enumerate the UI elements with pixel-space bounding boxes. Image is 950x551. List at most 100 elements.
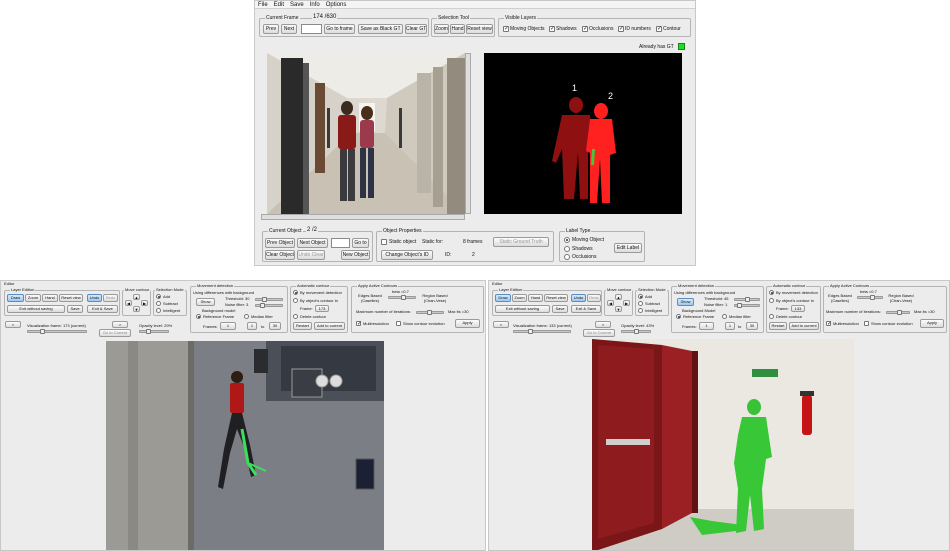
by-movement-radio[interactable] <box>293 290 298 295</box>
draw-button[interactable]: Draw <box>495 294 511 302</box>
add-to-current-button[interactable]: Add to current <box>789 322 819 330</box>
restart-button[interactable]: Restart <box>769 322 787 330</box>
threshold-slider-thumb[interactable] <box>262 297 267 302</box>
opacity-slider[interactable] <box>139 329 169 334</box>
threshold-slider[interactable] <box>734 297 760 302</box>
visualization-slider-thumb[interactable] <box>528 329 533 334</box>
restart-button[interactable]: Restart <box>293 322 312 330</box>
menu-save[interactable]: Save <box>290 2 304 8</box>
contour-frame-field[interactable]: 133 <box>791 305 805 312</box>
visualization-next-button[interactable]: > <box>595 321 611 328</box>
undo-clear-button[interactable]: Undo Clear <box>297 250 325 260</box>
apply-button[interactable]: Apply <box>920 319 944 328</box>
video-horizontal-scrollbar[interactable] <box>261 214 465 220</box>
frames-to-field-button[interactable]: 1 <box>725 322 735 330</box>
threshold-slider-thumb[interactable] <box>745 297 750 302</box>
frame-number-input[interactable] <box>301 24 322 34</box>
move-down-button[interactable]: ▼ <box>133 306 140 312</box>
save-button[interactable]: Save <box>67 305 83 313</box>
reset-view-button[interactable]: Reset view <box>59 294 83 302</box>
mode-intelligent-radio[interactable] <box>156 308 161 313</box>
hand-button[interactable]: Hand <box>528 294 543 302</box>
reference-frame-radio[interactable] <box>196 314 201 319</box>
beta-slider[interactable] <box>388 295 416 300</box>
frames-to-field-button[interactable]: 1 <box>247 322 257 330</box>
beta-slider-thumb[interactable] <box>401 295 406 300</box>
visualization-slider-thumb[interactable] <box>40 329 45 334</box>
beta-slider[interactable] <box>857 295 883 300</box>
go-to-current-button[interactable]: Go to Current <box>99 329 131 337</box>
threshold-slider[interactable] <box>255 297 283 302</box>
noise-slider-thumb[interactable] <box>260 303 265 308</box>
clear-object-button[interactable]: Clear Object <box>265 250 295 260</box>
ground-truth-mask-view[interactable]: 1 2 <box>484 53 682 214</box>
mode-subtract-radio[interactable] <box>638 301 643 306</box>
noise-slider[interactable] <box>255 303 283 308</box>
zoom-button[interactable]: Zoom <box>434 24 449 34</box>
visualization-slider[interactable] <box>513 329 571 334</box>
exit-without-saving-button[interactable]: Exit without saving <box>7 305 65 313</box>
beta-slider-thumb[interactable] <box>870 295 875 300</box>
undo-button[interactable]: Undo <box>87 294 102 302</box>
frames-from-field[interactable]: 1 <box>699 322 714 330</box>
hand-button[interactable]: Hand <box>450 24 465 34</box>
move-down-button[interactable]: ▼ <box>615 306 622 312</box>
opacity-slider-thumb[interactable] <box>146 329 151 334</box>
noise-slider[interactable] <box>734 303 760 308</box>
frames-from-field[interactable]: 1 <box>220 322 236 330</box>
redo-button[interactable]: Redo <box>103 294 118 302</box>
multiresolution-checkbox[interactable] <box>356 320 362 327</box>
visualization-prev-button[interactable]: < <box>5 321 21 328</box>
exit-and-save-button[interactable]: Exit & Save <box>571 305 601 313</box>
frames-to-field[interactable]: 30 <box>269 322 281 330</box>
label-occlusions-radio[interactable] <box>564 254 570 260</box>
zoom-button[interactable]: Zoom <box>25 294 41 302</box>
opacity-slider[interactable] <box>621 329 651 334</box>
draw-button[interactable]: Draw <box>7 294 24 302</box>
reference-frame-radio[interactable] <box>676 314 681 319</box>
median-filter-radio[interactable] <box>722 314 727 319</box>
next-frame-button[interactable]: Next <box>281 24 297 34</box>
move-right-button[interactable]: ▶ <box>623 300 630 306</box>
save-button[interactable]: Save <box>552 305 568 313</box>
edit-label-button[interactable]: Edit Label <box>614 243 642 253</box>
save-black-gt-button[interactable]: Save as Black GT <box>358 24 403 34</box>
layer-occlusions-checkbox[interactable] <box>582 25 588 32</box>
iterations-slider-thumb[interactable] <box>427 310 432 315</box>
label-moving-object-radio[interactable] <box>564 237 570 243</box>
redo-button[interactable]: Redo <box>587 294 601 302</box>
add-to-current-button[interactable]: Add to current <box>314 322 345 330</box>
iterations-slider[interactable] <box>886 310 910 315</box>
layer-id-numbers-checkbox[interactable] <box>618 25 624 32</box>
noise-slider-thumb[interactable] <box>737 303 742 308</box>
by-contour-radio[interactable] <box>769 298 774 303</box>
go-to-frame-button[interactable]: Go to frame <box>324 24 355 34</box>
iterations-slider-thumb[interactable] <box>897 310 902 315</box>
show-evolution-checkbox[interactable] <box>864 321 869 326</box>
by-contour-radio[interactable] <box>293 298 298 303</box>
move-up-button[interactable]: ▲ <box>615 294 622 300</box>
mode-intelligent-radio[interactable] <box>638 308 643 313</box>
iterations-slider[interactable] <box>416 310 444 315</box>
menu-edit[interactable]: Edit <box>274 2 284 8</box>
reset-view-button[interactable]: Reset view <box>466 24 493 34</box>
exit-and-save-button[interactable]: Exit & Save <box>87 305 118 313</box>
static-object-checkbox[interactable] <box>381 239 387 245</box>
reset-view-button[interactable]: Reset view <box>544 294 568 302</box>
go-to-object-button[interactable]: Go to <box>352 238 369 248</box>
visualization-slider[interactable] <box>27 329 87 334</box>
static-ground-truth-button[interactable]: Static Ground Truth <box>493 237 549 247</box>
undo-button[interactable]: Undo <box>571 294 586 302</box>
move-right-button[interactable]: ▶ <box>141 300 148 306</box>
prev-frame-button[interactable]: Prev <box>263 24 279 34</box>
contour-frame-field[interactable]: 173 <box>315 305 329 312</box>
next-object-button[interactable]: Next Object <box>297 238 328 248</box>
move-left-button[interactable]: ◀ <box>607 300 614 306</box>
move-up-button[interactable]: ▲ <box>133 294 140 300</box>
go-to-current-button[interactable]: Go to Current <box>583 329 615 337</box>
editor-image-view[interactable] <box>106 341 384 550</box>
video-frame-view[interactable] <box>267 53 465 214</box>
apply-button[interactable]: Apply <box>455 319 480 328</box>
label-shadows-radio[interactable] <box>564 246 570 252</box>
object-number-input[interactable] <box>331 238 350 248</box>
